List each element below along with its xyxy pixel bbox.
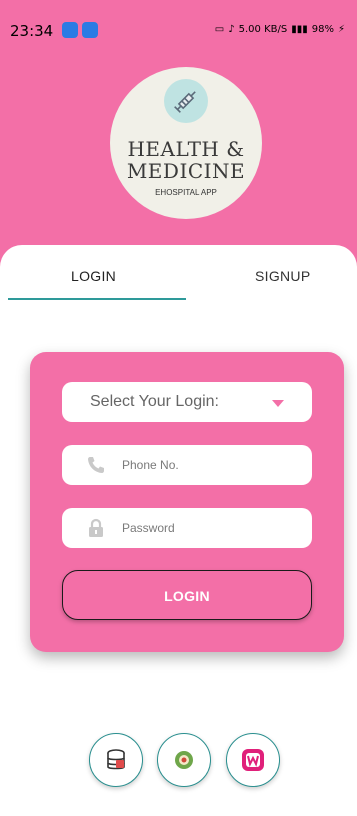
charging-icon: ⚡: [337, 24, 345, 35]
login-type-select[interactable]: Select Your Login:: [62, 382, 312, 422]
wamp-button[interactable]: [226, 733, 280, 787]
login-button[interactable]: LOGIN: [62, 570, 312, 620]
mute-icon: ♪: [228, 24, 235, 35]
notification-icon: [82, 22, 98, 38]
status-right: ▭ ♪ 5.00 KB/S ▮▮▮ 98% ⚡: [215, 24, 345, 35]
battery-level: 98%: [311, 24, 334, 35]
lock-icon: [86, 518, 106, 538]
logo-line1: HEALTH &: [127, 137, 245, 161]
wamp-icon: [242, 749, 264, 771]
status-bar: 23:34 ▭ ♪ 5.00 KB/S ▮▮▮ 98% ⚡: [0, 0, 357, 60]
database-icon: [107, 749, 125, 770]
phone-field[interactable]: Phone No.: [62, 445, 312, 485]
login-button-label: LOGIN: [164, 588, 210, 604]
select-label: Select Your Login:: [90, 393, 219, 410]
syringe-icon: [164, 79, 208, 123]
login-card: Select Your Login: Phone No. Password LO…: [30, 352, 344, 652]
tab-login[interactable]: LOGIN: [71, 268, 116, 284]
phone-placeholder: Phone No.: [122, 458, 179, 472]
gallery-icon: [62, 22, 78, 38]
database-button[interactable]: [89, 733, 143, 787]
signal-icon: ▮▮▮: [291, 24, 308, 35]
bottom-icon-row: [0, 733, 357, 793]
chevron-down-icon: [272, 400, 284, 407]
app-logo: HEALTH & MEDICINE EHOSPITAL APP: [110, 67, 262, 219]
password-field[interactable]: Password: [62, 508, 312, 548]
logo-line2: MEDICINE: [126, 159, 246, 183]
app-button[interactable]: [157, 733, 211, 787]
password-placeholder: Password: [122, 521, 175, 535]
phone-icon: [86, 455, 106, 475]
tab-signup[interactable]: SIGNUP: [255, 268, 310, 284]
logo-line3: EHOSPITAL APP: [155, 188, 217, 197]
network-speed: 5.00 KB/S: [238, 24, 288, 35]
app-icon: [175, 751, 193, 769]
auth-tabs: LOGIN SIGNUP: [0, 268, 357, 308]
active-tab-indicator: [8, 298, 186, 300]
status-time: 23:34: [10, 22, 54, 40]
cast-icon: ▭: [214, 24, 225, 35]
